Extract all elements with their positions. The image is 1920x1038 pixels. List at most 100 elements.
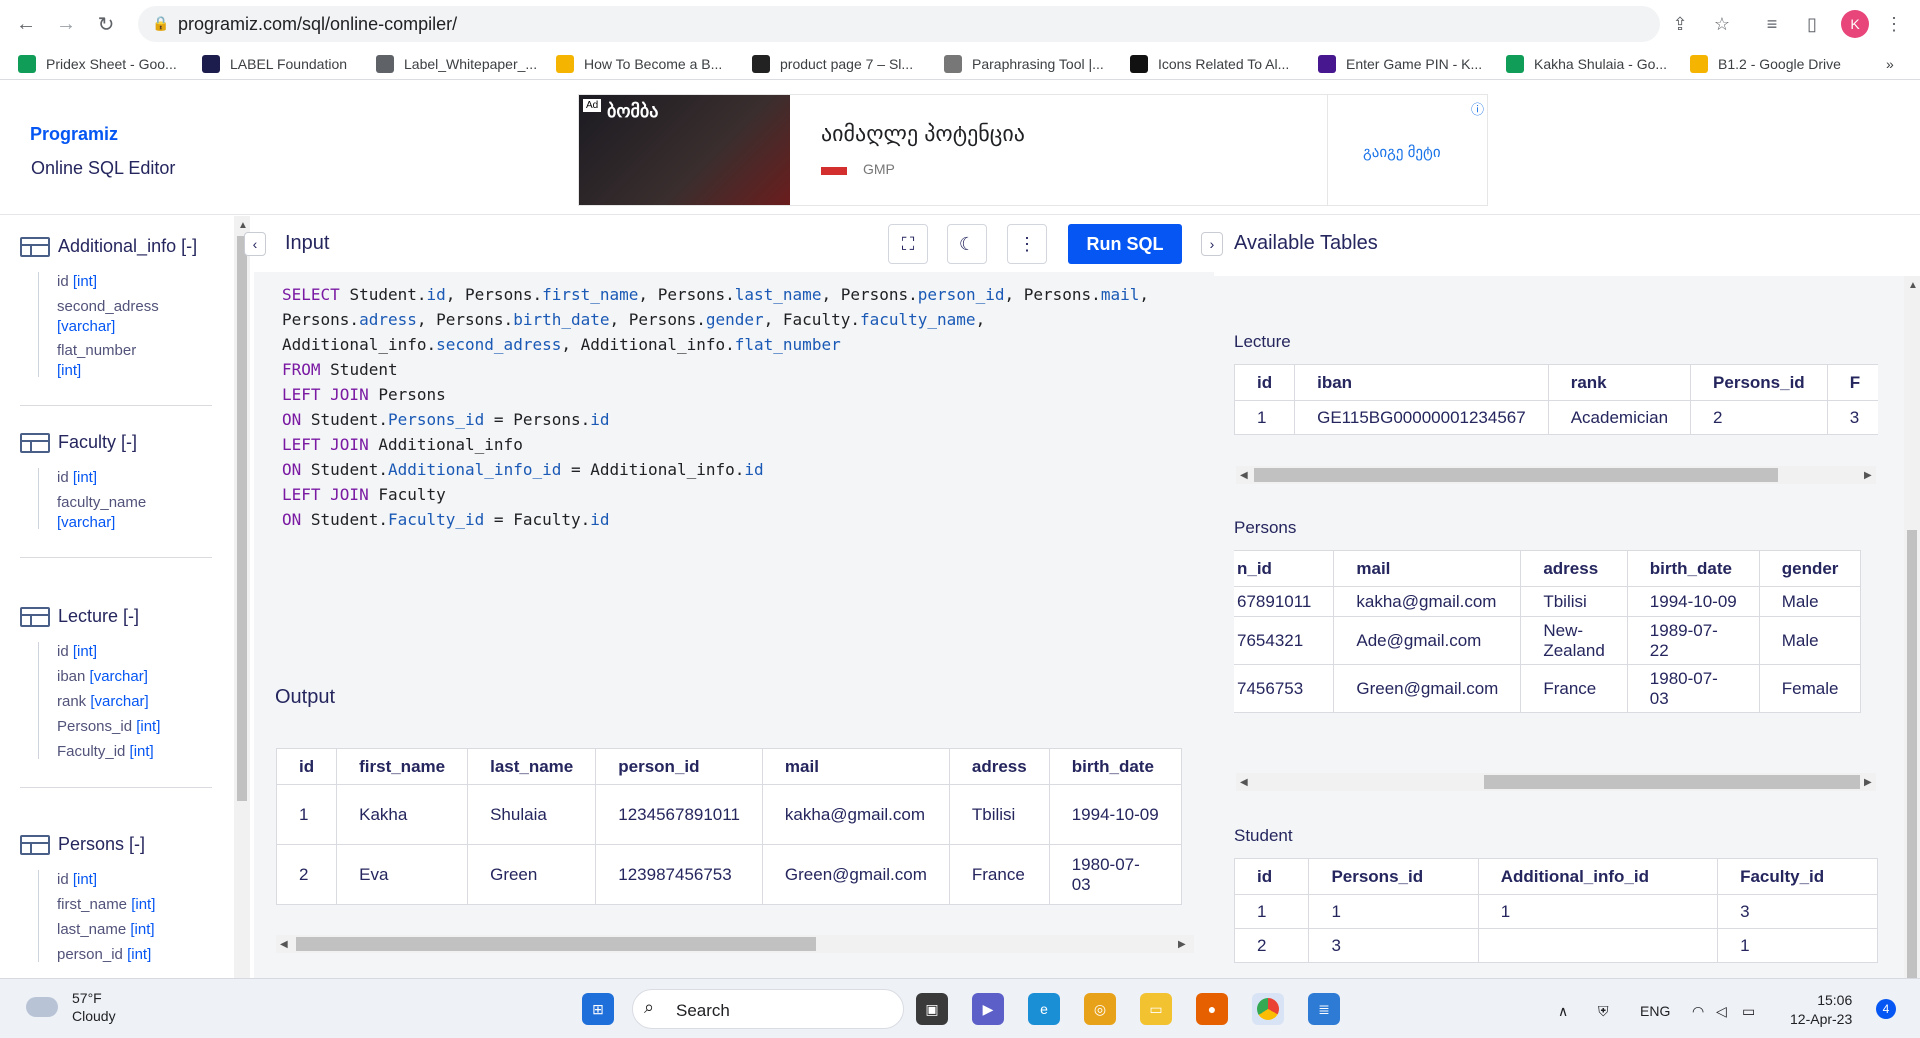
programiz-logo[interactable]: Programiz [30,124,118,145]
bookmark-item[interactable]: Paraphrasing Tool |... [944,54,1104,74]
bookmark-label: Label_Whitepaper_... [404,56,538,72]
scroll-left-icon[interactable]: ◀ [1240,470,1248,481]
star-icon[interactable]: ☆ [1710,12,1734,36]
forward-icon[interactable]: → [52,10,80,38]
sidebar-table-lecture[interactable]: Lecture [-] [20,606,139,627]
sidebar-table-persons[interactable]: Persons [-] [20,834,145,855]
scroll-right-icon[interactable]: ▶ [1864,470,1872,481]
ad-cta[interactable]: გაიგე მეტი [1363,143,1441,161]
column-header[interactable]: mail [1333,550,1522,587]
column-header[interactable]: Persons_id [1690,364,1828,401]
notepad-icon[interactable]: ≣ [1308,993,1340,1025]
file-explorer-icon[interactable]: ▭ [1140,993,1172,1025]
column-header[interactable]: id [1234,364,1296,401]
clock[interactable]: 15:06 12-Apr-23 [1790,991,1852,1029]
column-header[interactable]: id [276,748,338,785]
scroll-left-icon[interactable]: ◀ [280,939,288,950]
column-header[interactable]: last_name [467,748,597,785]
column-header[interactable]: person_id [595,748,763,785]
lecture-scroll-thumb[interactable] [1254,468,1778,482]
ad-info-icon[interactable]: ⓘ [1471,99,1484,118]
firefox-icon[interactable]: ● [1196,993,1228,1025]
menu-icon[interactable]: ⋮ [1882,12,1906,36]
persons-scroll-thumb[interactable] [1484,775,1860,789]
column-header[interactable]: adress [1520,550,1628,587]
sidebar-scroll-thumb[interactable] [237,236,247,801]
column-header[interactable]: first_name [336,748,469,785]
column-header[interactable]: id [1234,858,1310,895]
chrome-icon[interactable] [1252,993,1284,1025]
wifi-icon[interactable]: ◠ [1692,1003,1704,1020]
column-header[interactable]: birth_date [1048,748,1182,785]
sql-code[interactable]: SELECT Student.id, Persons.first_name, P… [282,282,1149,532]
scroll-up-icon[interactable]: ▲ [1908,280,1918,291]
teams-icon[interactable]: ▶ [972,993,1004,1025]
edge-icon[interactable]: e [1028,993,1060,1025]
bookmark-item[interactable]: Kakha Shulaia - Go... [1506,54,1667,74]
column-header[interactable]: birth_date [1626,550,1760,587]
sql-text: Faculty [378,485,446,504]
table-body: 67891011 kakha@gmail.com Tbilisi 1994-10-09… [1234,586,1862,713]
bookmark-item[interactable]: Enter Game PIN - K... [1318,54,1482,74]
bookmark-item[interactable]: Icons Related To Al... [1130,54,1289,74]
bookmark-item[interactable]: Label_Whitepaper_... [376,54,537,74]
bookmark-item[interactable]: product page 7 – Sl... [752,54,913,74]
bookmark-item[interactable]: Pridex Sheet - Goo... [18,54,177,74]
task-view-icon[interactable]: ▣ [916,993,948,1025]
language-indicator[interactable]: ENG [1640,1003,1670,1019]
table-icon [20,236,50,257]
column-header[interactable]: Additional_info_id [1477,858,1719,895]
sidepanel-icon[interactable]: ▯ [1800,12,1824,36]
fullscreen-icon[interactable]: ⛶ [888,224,928,264]
dark-mode-icon[interactable]: ☾ [947,224,987,264]
defender-icon[interactable]: ⛨ [1598,1003,1609,1020]
windows-start-icon[interactable]: ⊞ [582,993,614,1025]
volume-icon[interactable]: ◁ [1716,1003,1727,1020]
ad-title[interactable]: აიმაღლე პოტენცია [821,121,1025,147]
share-icon[interactable]: ⇪ [1668,12,1692,36]
advertisement[interactable]: Ad ბომბა აიმაღლე პოტენცია GMP გაიგე მეტი… [578,94,1488,206]
notification-badge[interactable]: 4 [1876,999,1896,1019]
column-header[interactable]: Persons_id [1308,858,1479,895]
scroll-right-icon[interactable]: ▶ [1864,777,1872,788]
collapse-tables-button[interactable]: › [1201,232,1223,256]
scroll-up-icon[interactable]: ▲ [238,220,248,231]
lock-icon[interactable]: 🔒 [152,15,169,32]
back-icon[interactable]: ← [12,10,40,38]
bookmark-item[interactable]: LABEL Foundation [202,54,347,74]
column-header[interactable]: F [1826,364,1878,401]
media-icon[interactable]: ≡ [1760,12,1784,36]
scroll-left-icon[interactable]: ◀ [1240,777,1248,788]
column-header[interactable]: iban [1294,364,1549,401]
sidebar-table-faculty[interactable]: Faculty [-] [20,432,137,453]
battery-icon[interactable]: ▭ [1742,1003,1755,1020]
tray-chevron-icon[interactable]: ∧ [1558,1003,1568,1020]
collapse-sidebar-button[interactable]: ‹ [244,232,266,256]
column-header[interactable]: mail [761,748,950,785]
sidebar-table-additional_info[interactable]: Additional_info [-] [20,236,197,257]
vpn-icon[interactable]: ◎ [1084,993,1116,1025]
column-header[interactable]: gender [1758,550,1862,587]
bookmark-item[interactable]: B1.2 - Google Drive [1690,54,1841,74]
scroll-right-icon[interactable]: ▶ [1178,939,1186,950]
bookmarks-more-icon[interactable]: » [1886,54,1894,74]
lecture-table-name: Lecture [1234,332,1291,351]
sql-keyword: LEFT JOIN [282,485,379,504]
table-cell: 1 [1234,894,1310,929]
reload-icon[interactable]: ↻ [92,10,120,38]
tables-scroll-thumb[interactable] [1907,530,1917,978]
ad-image[interactable]: Ad ბომბა [579,95,790,205]
url-text[interactable]: programiz.com/sql/online-compiler/ [178,14,457,35]
column-header[interactable]: adress [948,748,1050,785]
more-options-icon[interactable]: ⋮ [1007,224,1047,264]
column-header[interactable]: Faculty_id [1717,858,1878,895]
profile-avatar[interactable]: K [1841,10,1869,38]
weather-widget[interactable]: 57°F Cloudy [26,989,116,1025]
column-header[interactable]: rank [1547,364,1692,401]
column-header[interactable]: n_id [1234,550,1335,587]
run-sql-button[interactable]: Run SQL [1068,224,1182,264]
bookmark-item[interactable]: How To Become a B... [556,54,722,74]
output-scroll-thumb[interactable] [296,937,816,951]
taskbar-search[interactable] [632,989,904,1029]
table-cell: Academician [1547,400,1692,435]
